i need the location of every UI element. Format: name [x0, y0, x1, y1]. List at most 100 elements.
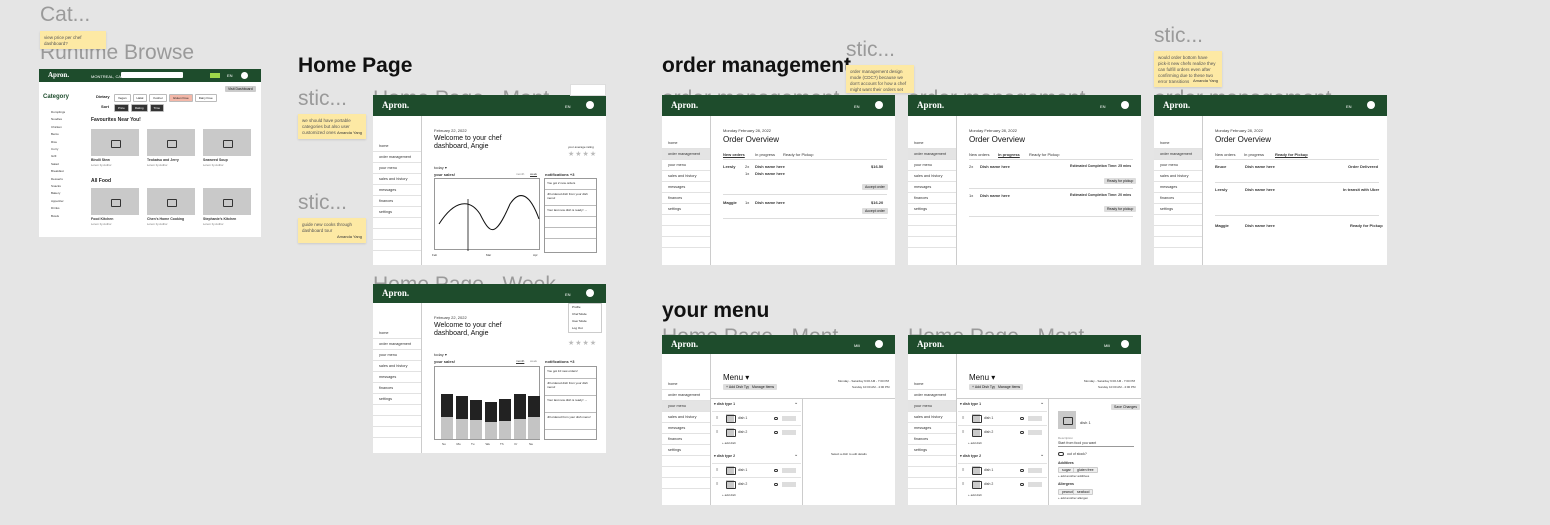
notifications-title[interactable]: notifications +3: [545, 172, 574, 177]
notification-item[interactable]: Jill ordered dish from your dish menu!: [545, 379, 596, 396]
app-logo[interactable]: Apron.: [48, 71, 69, 79]
category-item[interactable]: Drinks: [51, 205, 65, 212]
sidebar-item-your-menu[interactable]: your menu: [662, 160, 710, 171]
price-field[interactable]: [782, 430, 796, 435]
sticky-note[interactable]: view price per chef dashboard?: [40, 31, 106, 49]
sticky-note[interactable]: we should have portable categories but a…: [298, 114, 366, 139]
tab-new-orders[interactable]: New orders: [1215, 152, 1235, 157]
sidebar-item-home[interactable]: home: [908, 379, 956, 390]
sidebar-item-finances[interactable]: finances: [373, 383, 421, 394]
visit-dashboard-button[interactable]: Visit Dashboard: [225, 86, 256, 92]
add-allergen-link[interactable]: + add another allergen: [1058, 496, 1088, 500]
manage-items-button[interactable]: Manage Items: [749, 384, 778, 390]
group-label-stic[interactable]: stic...: [298, 87, 347, 111]
dish-type-header[interactable]: ▾ dish type 1: [714, 402, 735, 406]
dish-name[interactable]: dish 1: [1080, 420, 1091, 425]
notification-item[interactable]: Jill ordered dish from your dish menu!: [545, 190, 596, 206]
location-label[interactable]: MONTREAL, CA: [91, 74, 121, 79]
dropdown-item[interactable]: User Mode: [572, 318, 601, 325]
drag-handle-icon[interactable]: ≡: [962, 481, 964, 486]
app-logo[interactable]: Apron.: [382, 288, 409, 298]
category-item[interactable]: Chicken: [51, 124, 65, 131]
chevron-down-icon[interactable]: ⌄: [1040, 452, 1044, 458]
add-dish-link[interactable]: + add dish: [968, 493, 982, 497]
category-item[interactable]: Bowls: [51, 213, 65, 220]
group-label-stic[interactable]: stic...: [298, 191, 347, 215]
lang-label[interactable]: EN: [565, 292, 571, 297]
dropdown-item[interactable]: Chef Mode: [572, 311, 601, 318]
period-select[interactable]: today ▾: [434, 352, 447, 357]
category-item[interactable]: Bento: [51, 131, 65, 138]
sticky-note[interactable]: would order bottom have pick-it new chef…: [1154, 51, 1222, 87]
filter-chip[interactable]: Halal: [132, 94, 148, 102]
sidebar-item-home[interactable]: home: [908, 138, 956, 149]
group-label-cat[interactable]: Cat...: [40, 3, 90, 27]
manage-items-button[interactable]: Manage Items: [995, 384, 1024, 390]
lang-label[interactable]: EN: [1346, 104, 1352, 109]
sidebar-item-order-management[interactable]: order management: [662, 149, 710, 160]
sidebar-item-order-management[interactable]: order management: [908, 149, 956, 160]
category-item[interactable]: Grill: [51, 153, 65, 160]
toggle[interactable]: [1020, 431, 1024, 434]
toggle[interactable]: [774, 483, 778, 486]
dish-row[interactable]: ≡ dish 1: [958, 463, 1047, 476]
rating-stars[interactable]: ★★★★: [568, 150, 597, 158]
sidebar-item-settings[interactable]: settings: [908, 204, 956, 215]
sidebar-item-sales-and-history[interactable]: sales and history: [662, 171, 710, 182]
food-image-icon[interactable]: [147, 188, 195, 215]
sidebar-item-sales-and-history[interactable]: sales and history: [373, 361, 421, 372]
category-item[interactable]: Breakfast: [51, 168, 65, 175]
filter-chip[interactable]: Dairy Free: [194, 94, 217, 102]
sidebar-item-messages[interactable]: messages: [908, 182, 956, 193]
sidebar-item-order-management[interactable]: order management: [373, 339, 421, 350]
dish-image-icon[interactable]: [1058, 411, 1076, 429]
lang-label[interactable]: Mili: [1104, 343, 1110, 348]
notification-item[interactable]: [545, 228, 596, 239]
sidebar-item-home[interactable]: home: [373, 328, 421, 339]
lang-label[interactable]: EN: [1100, 104, 1106, 109]
sidebar-item-order-management[interactable]: order management: [908, 390, 956, 401]
price-field[interactable]: [1028, 482, 1042, 487]
filter-chip[interactable]: Gluten Free: [168, 94, 193, 102]
period-select[interactable]: today ▾: [434, 165, 447, 170]
chevron-down-icon[interactable]: ⌄: [1040, 400, 1044, 406]
filter-chip[interactable]: Time: [149, 104, 165, 112]
accept-order-button[interactable]: Accept order: [862, 184, 888, 190]
menu-title[interactable]: Menu ▾: [969, 373, 995, 382]
sidebar-item-home[interactable]: home: [662, 379, 710, 390]
save-changes-button[interactable]: Save Changes: [1111, 404, 1140, 410]
dish-row[interactable]: ≡ dish 2: [712, 477, 801, 490]
tab-ready-pickup[interactable]: Ready for Pickup: [1029, 152, 1059, 157]
sidebar-item-settings[interactable]: settings: [662, 204, 710, 215]
rating-stars[interactable]: ★★★★: [568, 339, 597, 347]
tab-month[interactable]: month: [516, 172, 524, 176]
tab-in-progress[interactable]: In progress: [998, 152, 1020, 157]
group-label-stic[interactable]: stic...: [846, 38, 895, 62]
toggle[interactable]: [1020, 417, 1024, 420]
ready-pickup-button[interactable]: Ready for pickup: [1104, 206, 1137, 212]
food-image-icon[interactable]: [147, 129, 195, 156]
avatar[interactable]: [586, 101, 594, 109]
sidebar-item-settings[interactable]: settings: [908, 445, 956, 456]
dropdown-item[interactable]: Profile: [572, 304, 601, 311]
drag-handle-icon[interactable]: ≡: [962, 429, 964, 434]
food-card-name[interactable]: Teokatsu and Jerry: [147, 158, 179, 162]
tab-new-orders[interactable]: New orders: [723, 152, 745, 157]
sidebar-item-your-menu[interactable]: your menu: [373, 163, 421, 174]
food-card-name[interactable]: Food Kitchen: [91, 217, 113, 221]
food-image-icon[interactable]: [203, 129, 251, 156]
price-field[interactable]: [782, 482, 796, 487]
toggle[interactable]: [774, 417, 778, 420]
tab-week[interactable]: week: [530, 172, 537, 176]
notifications-title[interactable]: notifications +3: [545, 359, 574, 364]
lang-label[interactable]: EN: [565, 104, 571, 109]
category-item[interactable]: Snacks: [51, 183, 65, 190]
dish-row[interactable]: ≡ dish 2: [958, 477, 1047, 490]
sidebar-item-your-menu[interactable]: your menu: [908, 160, 956, 171]
price-field[interactable]: [1028, 430, 1042, 435]
dish-row[interactable]: ≡ dish 2: [712, 425, 801, 438]
cart-button[interactable]: [210, 73, 220, 78]
sticky-note[interactable]: guide new cooks through dashboard tour A…: [298, 218, 366, 243]
sidebar-item-your-menu[interactable]: your menu: [1154, 160, 1202, 171]
tab-ready-pickup[interactable]: Ready for Pickup: [1275, 152, 1308, 157]
